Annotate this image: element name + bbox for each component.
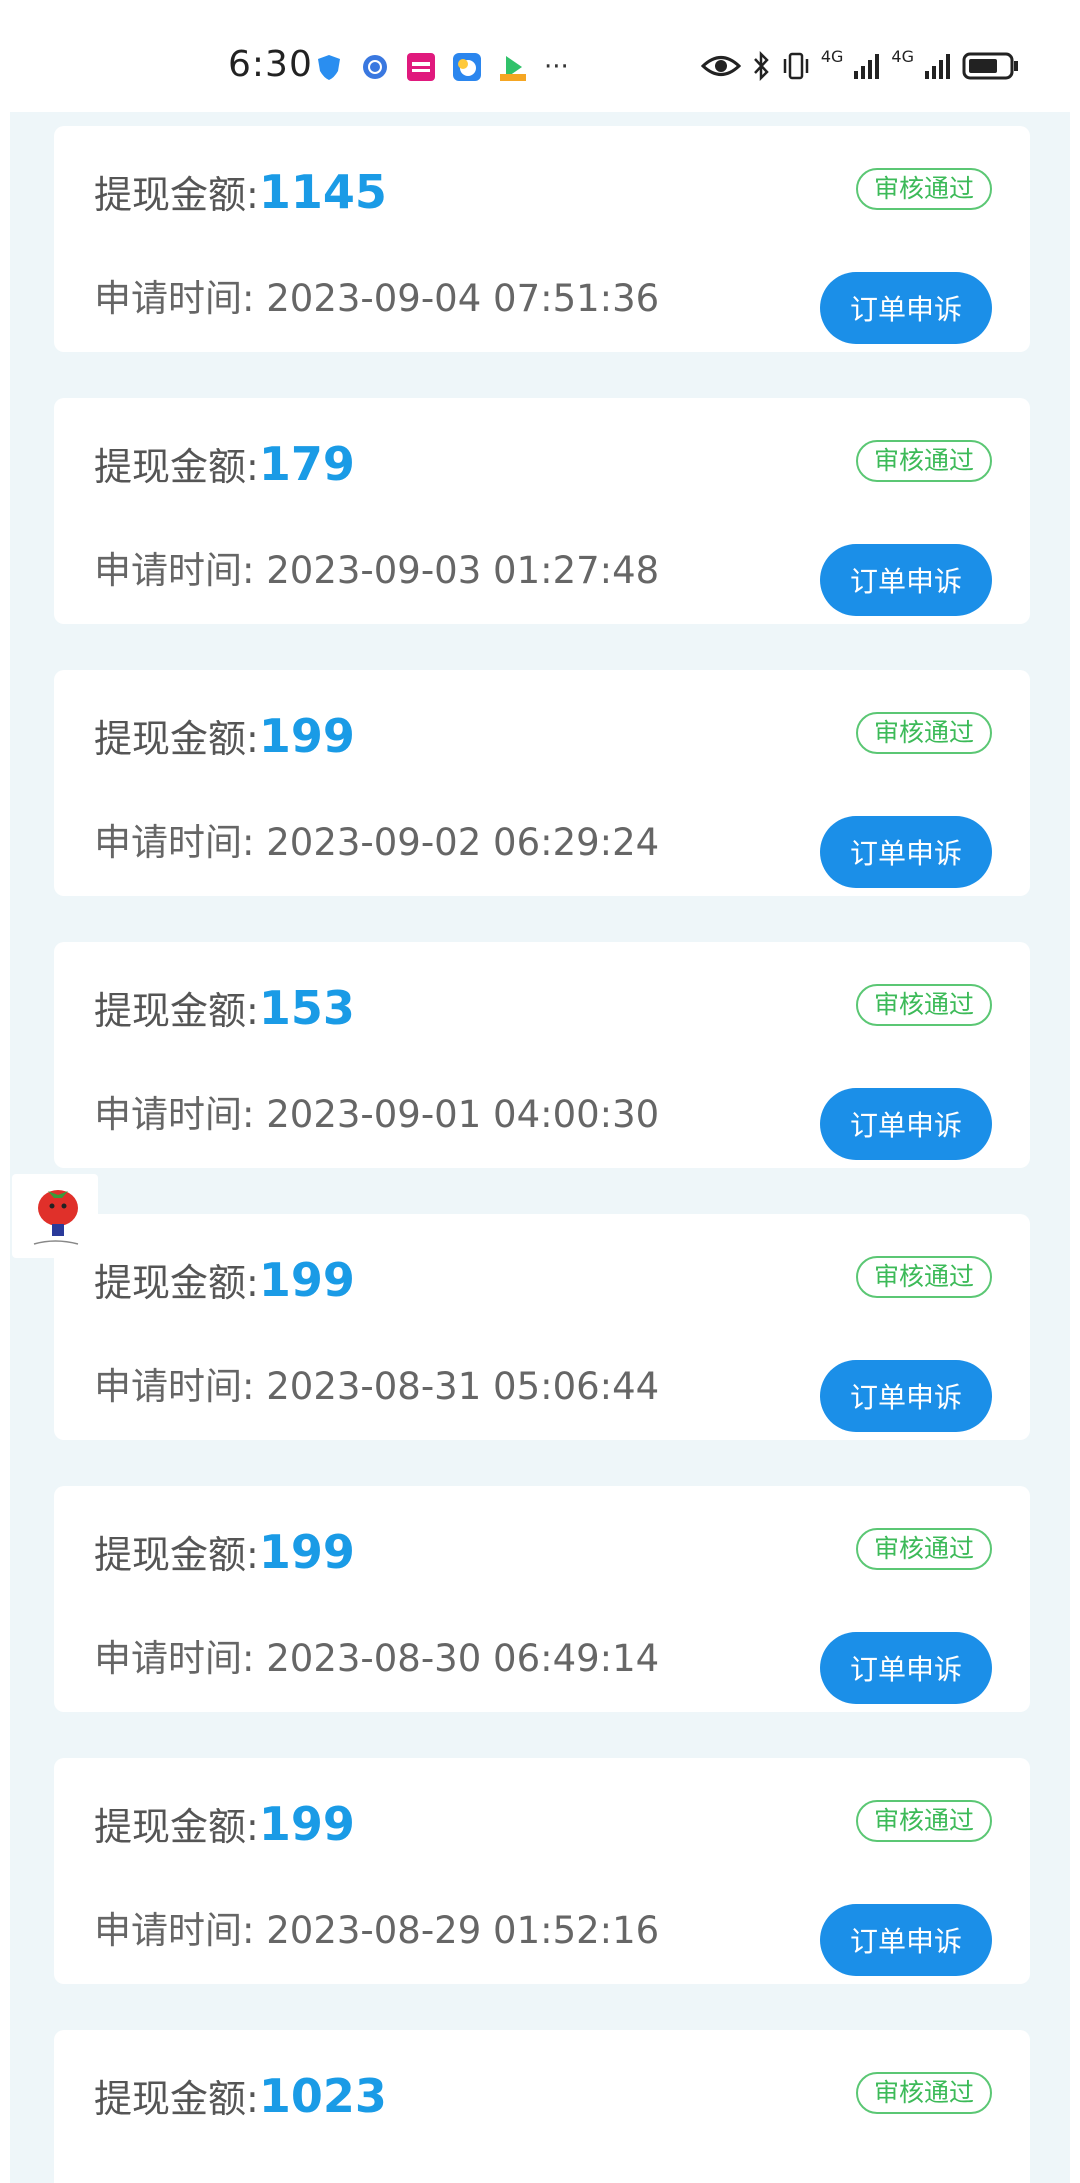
apply-time-value: 2023-09-01 04:00:30 [266, 1093, 660, 1136]
shield-icon [318, 55, 340, 80]
order-appeal-button[interactable]: 订单申诉 [820, 816, 992, 888]
amount-value: 1023 [258, 2069, 387, 2123]
eye-icon [700, 56, 741, 76]
withdrawal-record-card: 提现金额: 199 申请时间: 2023-08-29 01:52:16 审核通过… [54, 1758, 1030, 1984]
floating-mascot-widget[interactable] [12, 1174, 98, 1258]
status-badge: 审核通过 [855, 440, 992, 482]
order-appeal-button[interactable]: 订单申诉 [820, 272, 992, 344]
amount-value: 199 [258, 1253, 355, 1307]
amount-label: 提现金额: [94, 1533, 259, 1577]
apply-time-value: 2023-09-03 01:27:48 [266, 549, 660, 592]
order-appeal-button[interactable]: 订单申诉 [820, 1632, 992, 1704]
battery-icon [962, 52, 1018, 80]
weather-app-icon [453, 53, 481, 81]
amount-row: 提现金额: 199 [94, 708, 355, 763]
apply-time-row: 申请时间: 2023-09-04 07:51:36 [94, 268, 659, 322]
withdrawal-record-card: 提现金额: 1145 申请时间: 2023-09-04 07:51:36 审核通… [54, 126, 1030, 352]
amount-row: 提现金额: 199 [94, 1524, 355, 1579]
status-badge: 审核通过 [855, 984, 992, 1026]
apply-time-row: 申请时间: 2023-09-01 04:00:30 [94, 1084, 659, 1138]
amount-value: 199 [258, 1797, 355, 1851]
apply-time-value: 2023-09-02 06:29:24 [266, 821, 660, 864]
apply-time-row: 申请时间: 2023-08-30 06:49:14 [94, 1628, 659, 1682]
vip-app-icon [407, 53, 435, 81]
apply-time-value: 2023-08-30 06:49:14 [266, 1637, 660, 1680]
order-appeal-button[interactable]: 订单申诉 [820, 1360, 992, 1432]
apply-time-label: 申请时间: [94, 549, 267, 592]
amount-label: 提现金额: [94, 2077, 259, 2121]
system-icons: 4G 4G [700, 46, 1020, 82]
signal-icon [854, 54, 880, 79]
bluetooth-icon [753, 50, 769, 82]
order-appeal-button[interactable]: 订单申诉 [820, 1904, 992, 1976]
apply-time-label: 申请时间: [94, 1365, 267, 1408]
withdrawal-record-card: 提现金额: 199 申请时间: 2023-08-31 05:06:44 审核通过… [54, 1214, 1030, 1440]
apply-time-row: 申请时间: 2023-08-31 05:06:44 [94, 1356, 659, 1410]
withdrawal-record-list[interactable]: 提现金额: 1145 申请时间: 2023-09-04 07:51:36 审核通… [10, 112, 1070, 2183]
apply-time-value: 2023-08-29 01:52:16 [266, 1909, 660, 1952]
withdrawal-record-card: 提现金额: 199 申请时间: 2023-09-02 06:29:24 审核通过… [54, 670, 1030, 896]
amount-value: 1145 [258, 165, 387, 219]
amount-label: 提现金额: [94, 1261, 259, 1305]
more-notifications-icon: ··· [544, 52, 569, 82]
tomato-mascot-icon [33, 1190, 79, 1245]
amount-row: 提现金额: 1023 [94, 2068, 387, 2123]
amount-row: 提现金额: 153 [94, 980, 355, 1035]
amount-row: 提现金额: 179 [94, 436, 355, 491]
globe-app-icon [363, 55, 387, 79]
amount-row: 提现金额: 1145 [94, 164, 387, 219]
apply-time-label: 申请时间: [94, 277, 267, 320]
network-4g-label: 4G [820, 46, 844, 66]
status-badge: 审核通过 [855, 1256, 992, 1298]
status-time: 6:30 [228, 44, 313, 85]
apply-time-value: 2023-09-04 07:51:36 [266, 277, 660, 320]
amount-row: 提现金额: 199 [94, 1796, 355, 1851]
status-badge: 审核通过 [855, 1800, 992, 1842]
order-appeal-button[interactable]: 订单申诉 [820, 1088, 992, 1160]
amount-value: 199 [258, 709, 355, 763]
status-badge: 审核通过 [855, 168, 992, 210]
network-4g-label-2: 4G [891, 46, 914, 66]
apply-time-value: 2023-08-31 05:06:44 [266, 1365, 660, 1408]
vibrate-icon [783, 52, 809, 80]
amount-label: 提现金额: [94, 173, 259, 217]
amount-label: 提现金额: [94, 445, 259, 489]
apply-time-label: 申请时间: [94, 1093, 267, 1136]
video-app-icon [500, 56, 526, 81]
withdrawal-record-card: 提现金额: 153 申请时间: 2023-09-01 04:00:30 审核通过… [54, 942, 1030, 1168]
apply-time-row: 申请时间: 2023-09-03 01:27:48 [94, 540, 659, 594]
amount-row: 提现金额: 199 [94, 1252, 355, 1307]
withdrawal-record-card: 提现金额: 199 申请时间: 2023-08-30 06:49:14 审核通过… [54, 1486, 1030, 1712]
apply-time-label: 申请时间: [94, 821, 267, 864]
status-bar: 6:30 ··· 4G 4G [10, 0, 1070, 112]
status-badge: 审核通过 [855, 712, 992, 754]
apply-time-label: 申请时间: [94, 1637, 267, 1680]
notification-icons: ··· [314, 52, 569, 82]
apply-time-row: 申请时间: 2023-09-02 06:29:24 [94, 812, 659, 866]
withdrawal-record-card: 提现金额: 179 申请时间: 2023-09-03 01:27:48 审核通过… [54, 398, 1030, 624]
amount-label: 提现金额: [94, 717, 259, 761]
withdrawal-record-card: 提现金额: 1023 审核通过 [54, 2030, 1030, 2183]
amount-value: 199 [258, 1525, 355, 1579]
amount-value: 153 [258, 981, 355, 1035]
status-badge: 审核通过 [855, 1528, 992, 1570]
amount-label: 提现金额: [94, 989, 259, 1033]
amount-value: 179 [258, 437, 355, 491]
signal-icon-2 [925, 54, 950, 79]
amount-label: 提现金额: [94, 1805, 259, 1849]
apply-time-row: 申请时间: 2023-08-29 01:52:16 [94, 1900, 659, 1954]
apply-time-label: 申请时间: [94, 1909, 267, 1952]
order-appeal-button[interactable]: 订单申诉 [820, 544, 992, 616]
status-badge: 审核通过 [855, 2072, 992, 2114]
